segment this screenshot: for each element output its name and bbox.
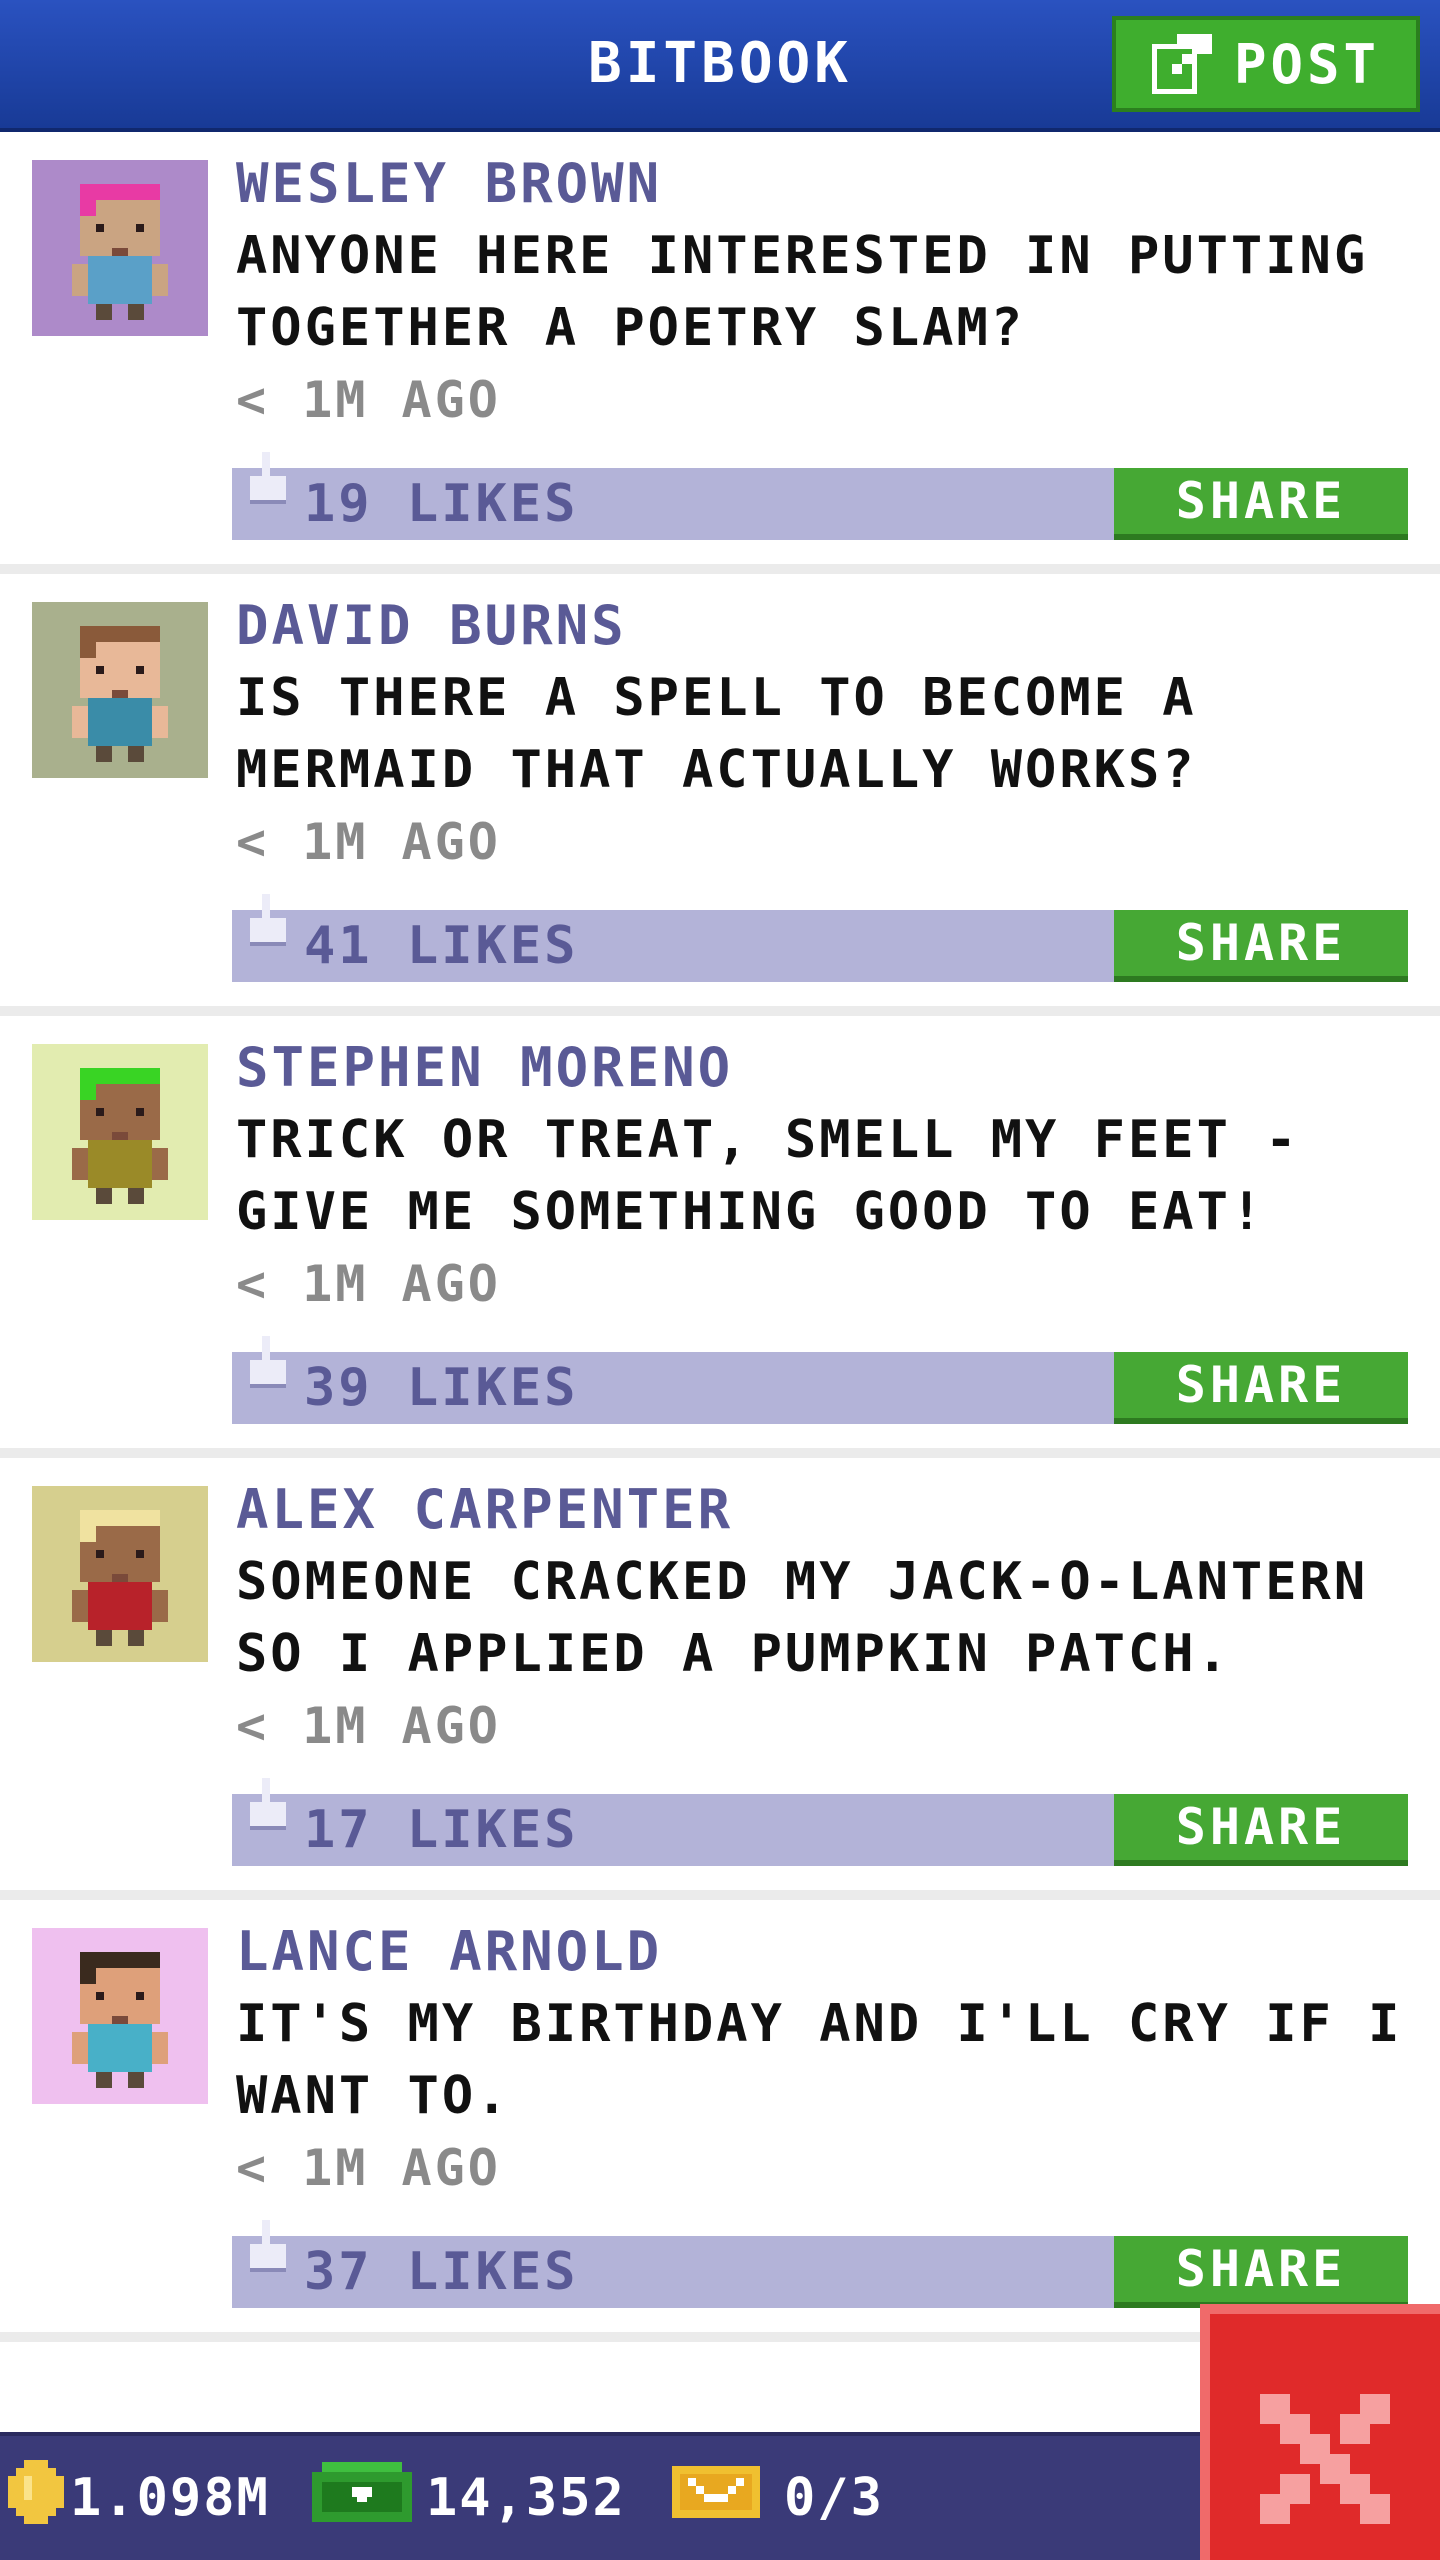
feed-post: WESLEY BROWN ANYONE HERE INTERESTED IN P…: [0, 132, 1440, 574]
feed-post: STEPHEN MORENO TRICK OR TREAT, SMELL MY …: [0, 1016, 1440, 1458]
thumbs-up-icon[interactable]: [246, 2220, 290, 2280]
feed-post: LANCE ARNOLD IT'S MY BIRTHDAY AND I'LL C…: [0, 1900, 1440, 2342]
likes-count: 37 LIKES: [304, 2242, 579, 2302]
post-divider: [0, 1448, 1440, 1458]
avatar-portrait: [32, 1486, 208, 1662]
tickets-display: 0/3: [672, 2436, 884, 2560]
post-divider: [0, 564, 1440, 574]
author-name[interactable]: STEPHEN MORENO: [236, 1032, 1420, 1104]
tickets-amount: 0/3: [784, 2468, 884, 2528]
author-name[interactable]: WESLEY BROWN: [236, 148, 1420, 220]
feed-post: DAVID BURNS IS THERE A SPELL TO BECOME A…: [0, 574, 1440, 1016]
avatar-portrait: [32, 160, 208, 336]
post-time: < 1M AGO: [236, 1697, 501, 1755]
thumbs-up-icon[interactable]: [246, 1778, 290, 1838]
likes-bar: 19 LIKES SHARE: [232, 452, 1408, 540]
share-button[interactable]: SHARE: [1114, 2236, 1408, 2308]
thumbs-up-icon[interactable]: [246, 894, 290, 954]
thumbs-up-icon[interactable]: [246, 452, 290, 512]
likes-bar: 17 LIKES SHARE: [232, 1778, 1408, 1866]
bux-display: 14,352: [312, 2436, 626, 2560]
feed-post: ALEX CARPENTER SOMEONE CRACKED MY JACK-O…: [0, 1458, 1440, 1900]
avatar-portrait: [32, 602, 208, 778]
share-button[interactable]: SHARE: [1114, 1794, 1408, 1866]
post-divider: [0, 1006, 1440, 1016]
share-button[interactable]: SHARE: [1114, 910, 1408, 982]
likes-count: 39 LIKES: [304, 1358, 579, 1418]
coins-amount: 1.098M: [70, 2468, 270, 2528]
avatar-portrait: [32, 1928, 208, 2104]
post-time: < 1M AGO: [236, 371, 501, 429]
likes-bar: 39 LIKES SHARE: [232, 1336, 1408, 1424]
close-button[interactable]: [1200, 2304, 1440, 2560]
bux-amount: 14,352: [426, 2468, 626, 2528]
compose-icon: [1151, 34, 1212, 94]
likes-count: 19 LIKES: [304, 474, 579, 534]
post-text: ANYONE HERE INTERESTED IN PUTTING TOGETH…: [236, 226, 1369, 358]
bux-icon: [312, 2461, 412, 2535]
likes-bar: 37 LIKES SHARE: [232, 2220, 1408, 2308]
app-header: BITBOOK POST: [0, 0, 1440, 132]
thumbs-up-icon[interactable]: [246, 1336, 290, 1396]
post-text: TRICK OR TREAT, SMELL MY FEET - GIVE ME …: [236, 1110, 1300, 1242]
share-button[interactable]: SHARE: [1114, 1352, 1408, 1424]
post-text: IS THERE A SPELL TO BECOME A MERMAID THA…: [236, 668, 1197, 800]
post-text: IT'S MY BIRTHDAY AND I'LL CRY IF I WANT …: [236, 1994, 1403, 2126]
avatar[interactable]: [32, 160, 208, 336]
post-button[interactable]: POST: [1112, 16, 1420, 112]
post-time: < 1M AGO: [236, 1255, 501, 1313]
coin-icon: [8, 2459, 64, 2537]
coins-display: 1.098M: [8, 2436, 270, 2560]
avatar[interactable]: [32, 1044, 208, 1220]
close-icon: [1260, 2394, 1390, 2524]
avatar[interactable]: [32, 602, 208, 778]
post-feed[interactable]: WESLEY BROWN ANYONE HERE INTERESTED IN P…: [0, 132, 1440, 2342]
post-time: < 1M AGO: [236, 813, 501, 871]
likes-count: 17 LIKES: [304, 1800, 579, 1860]
ticket-icon: [672, 2465, 760, 2531]
author-name[interactable]: DAVID BURNS: [236, 590, 1420, 662]
post-time: < 1M AGO: [236, 2139, 501, 2197]
post-label: POST: [1233, 32, 1381, 96]
author-name[interactable]: LANCE ARNOLD: [236, 1916, 1420, 1988]
post-divider: [0, 1890, 1440, 1900]
avatar[interactable]: [32, 1486, 208, 1662]
avatar[interactable]: [32, 1928, 208, 2104]
likes-bar: 41 LIKES SHARE: [232, 894, 1408, 982]
share-button[interactable]: SHARE: [1114, 468, 1408, 540]
avatar-portrait: [32, 1044, 208, 1220]
author-name[interactable]: ALEX CARPENTER: [236, 1474, 1420, 1546]
post-text: SOMEONE CRACKED MY JACK-O-LANTERN SO I A…: [236, 1552, 1369, 1684]
likes-count: 41 LIKES: [304, 916, 579, 976]
